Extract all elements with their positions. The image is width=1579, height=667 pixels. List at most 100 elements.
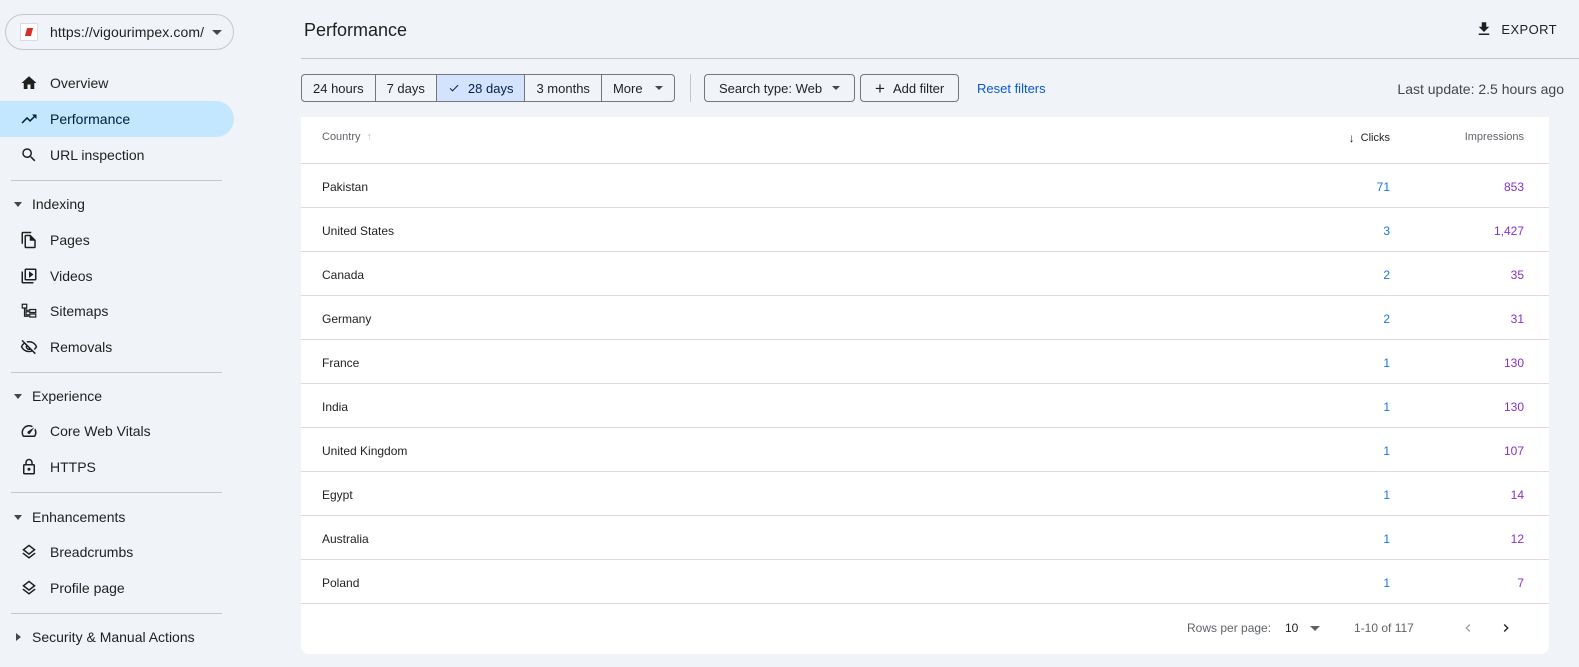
cell-clicks: 2	[1383, 312, 1390, 326]
cell-clicks: 1	[1383, 488, 1390, 502]
sidebar-item-label: Pages	[50, 232, 90, 248]
sidebar-item-label: Videos	[50, 268, 93, 284]
property-selector[interactable]: https://vigourimpex.com/	[5, 14, 234, 50]
caret-down-icon	[14, 514, 22, 520]
sidebar-divider	[11, 613, 222, 614]
cell-clicks: 3	[1383, 224, 1390, 238]
cell-country: France	[322, 356, 360, 370]
table-row[interactable]: Australia 1 12	[301, 516, 1549, 560]
next-page-button[interactable]	[1494, 616, 1518, 640]
sidebar-item-videos[interactable]: Videos	[0, 258, 234, 294]
sidebar-item-performance[interactable]: Performance	[0, 101, 234, 137]
cell-impressions: 107	[1503, 444, 1524, 458]
cell-country: Egypt	[322, 488, 353, 502]
trending-up-icon	[20, 110, 38, 128]
export-button[interactable]: EXPORT	[1475, 20, 1557, 38]
sidebar-item-profile-page[interactable]: Profile page	[0, 570, 234, 606]
sidebar-item-label: Overview	[50, 75, 109, 91]
reset-filters-link[interactable]: Reset filters	[977, 81, 1046, 96]
cell-clicks: 71	[1376, 180, 1390, 194]
cell-clicks: 1	[1383, 444, 1390, 458]
caret-right-icon	[16, 633, 21, 641]
range-28-days[interactable]: 28 days	[436, 75, 526, 101]
search-icon	[20, 146, 38, 164]
column-header-label: Country	[322, 131, 361, 143]
sidebar-item-label: Core Web Vitals	[50, 423, 151, 439]
sidebar-item-label: Performance	[50, 111, 131, 127]
pages-icon	[20, 231, 38, 249]
range-more[interactable]: More	[602, 75, 674, 101]
table-row[interactable]: France 1 130	[301, 340, 1549, 384]
cell-country: United Kingdom	[322, 444, 408, 458]
date-range-selector: 24 hours 7 days 28 days 3 months More	[301, 74, 675, 102]
sidebar-item-removals[interactable]: Removals	[0, 329, 234, 365]
section-label: Security & Manual Actions	[32, 629, 195, 645]
sitemap-icon	[20, 302, 38, 320]
sidebar-item-pages[interactable]: Pages	[0, 222, 234, 258]
section-label: Indexing	[32, 196, 85, 212]
previous-page-button[interactable]	[1456, 616, 1480, 640]
add-filter-button[interactable]: + Add filter	[860, 74, 960, 102]
cell-country: India	[322, 400, 349, 414]
chevron-right-icon	[1503, 624, 1509, 632]
column-header-clicks[interactable]: ↓ Clicks	[1349, 131, 1390, 145]
sidebar-item-label: Profile page	[50, 580, 125, 596]
range-7-days[interactable]: 7 days	[376, 75, 437, 101]
sidebar-section-enhancements[interactable]: Enhancements	[0, 499, 234, 535]
range-3-months[interactable]: 3 months	[525, 75, 602, 101]
cell-country: United States	[322, 224, 395, 238]
table-row[interactable]: Poland 1 7	[301, 560, 1549, 604]
sidebar-item-https[interactable]: HTTPS	[0, 449, 234, 485]
table-row[interactable]: United States 3 1,427	[301, 208, 1549, 252]
column-header-impressions[interactable]: Impressions	[1465, 131, 1524, 143]
pagination: Rows per page: 10 1-10 of 117	[301, 611, 1549, 643]
column-header-country[interactable]: Country ↑	[322, 131, 372, 143]
sidebar-item-overview[interactable]: Overview	[0, 65, 234, 101]
table-row[interactable]: Egypt 1 14	[301, 472, 1549, 516]
cell-clicks: 1	[1383, 356, 1390, 370]
sidebar-item-breadcrumbs[interactable]: Breadcrumbs	[0, 534, 234, 570]
table-row[interactable]: United Kingdom 1 107	[301, 428, 1549, 472]
sidebar-divider	[11, 180, 222, 181]
cell-country: Germany	[322, 312, 372, 326]
arrow-up-icon: ↑	[366, 131, 373, 143]
layers-icon	[20, 543, 38, 561]
chevron-down-icon	[654, 86, 663, 90]
search-type-label: Search type: Web	[719, 80, 823, 96]
sidebar-item-sitemaps[interactable]: Sitemaps	[0, 293, 234, 329]
add-filter-label: Add filter	[892, 80, 945, 96]
table-row[interactable]: Canada 2 35	[301, 252, 1549, 296]
cell-impressions: 853	[1503, 180, 1524, 194]
export-label: EXPORT	[1501, 21, 1557, 37]
sidebar-section-experience[interactable]: Experience	[0, 378, 234, 414]
sidebar: https://vigourimpex.com/ Overview Perfor…	[0, 0, 240, 667]
sidebar-item-label: HTTPS	[50, 459, 96, 475]
header-divider	[301, 58, 1579, 59]
cell-impressions: 7	[1517, 576, 1524, 590]
table-card: Country ↑ ↓ Clicks Impressions Pakistan …	[301, 117, 1549, 654]
check-icon	[449, 84, 459, 92]
cell-impressions: 12	[1510, 532, 1524, 546]
rows-per-page-label: Rows per page:	[1187, 621, 1272, 635]
pagination-range: 1-10 of 117	[1354, 621, 1414, 635]
sidebar-section-security[interactable]: Security & Manual Actions	[0, 619, 234, 655]
sidebar-item-label: Breadcrumbs	[50, 544, 134, 560]
cell-clicks: 2	[1383, 268, 1390, 282]
table-row[interactable]: India 1 130	[301, 384, 1549, 428]
cell-clicks: 1	[1383, 576, 1390, 590]
sidebar-item-url-inspection[interactable]: URL inspection	[0, 137, 234, 173]
section-label: Experience	[32, 388, 103, 404]
chevron-down-icon[interactable]	[1310, 626, 1320, 631]
speed-icon	[20, 422, 38, 440]
chevron-down-icon	[832, 86, 841, 90]
cell-impressions: 14	[1510, 488, 1524, 502]
chevron-down-icon	[212, 29, 223, 35]
search-type-filter[interactable]: Search type: Web	[704, 74, 856, 102]
table-row[interactable]: Pakistan 71 853	[301, 164, 1549, 208]
rows-per-page-select[interactable]: 10	[1285, 621, 1298, 635]
sidebar-item-label: URL inspection	[50, 147, 145, 163]
range-24-hours[interactable]: 24 hours	[302, 75, 376, 101]
sidebar-item-core-web-vitals[interactable]: Core Web Vitals	[0, 413, 234, 449]
table-row[interactable]: Germany 2 31	[301, 296, 1549, 340]
sidebar-section-indexing[interactable]: Indexing	[0, 186, 234, 222]
